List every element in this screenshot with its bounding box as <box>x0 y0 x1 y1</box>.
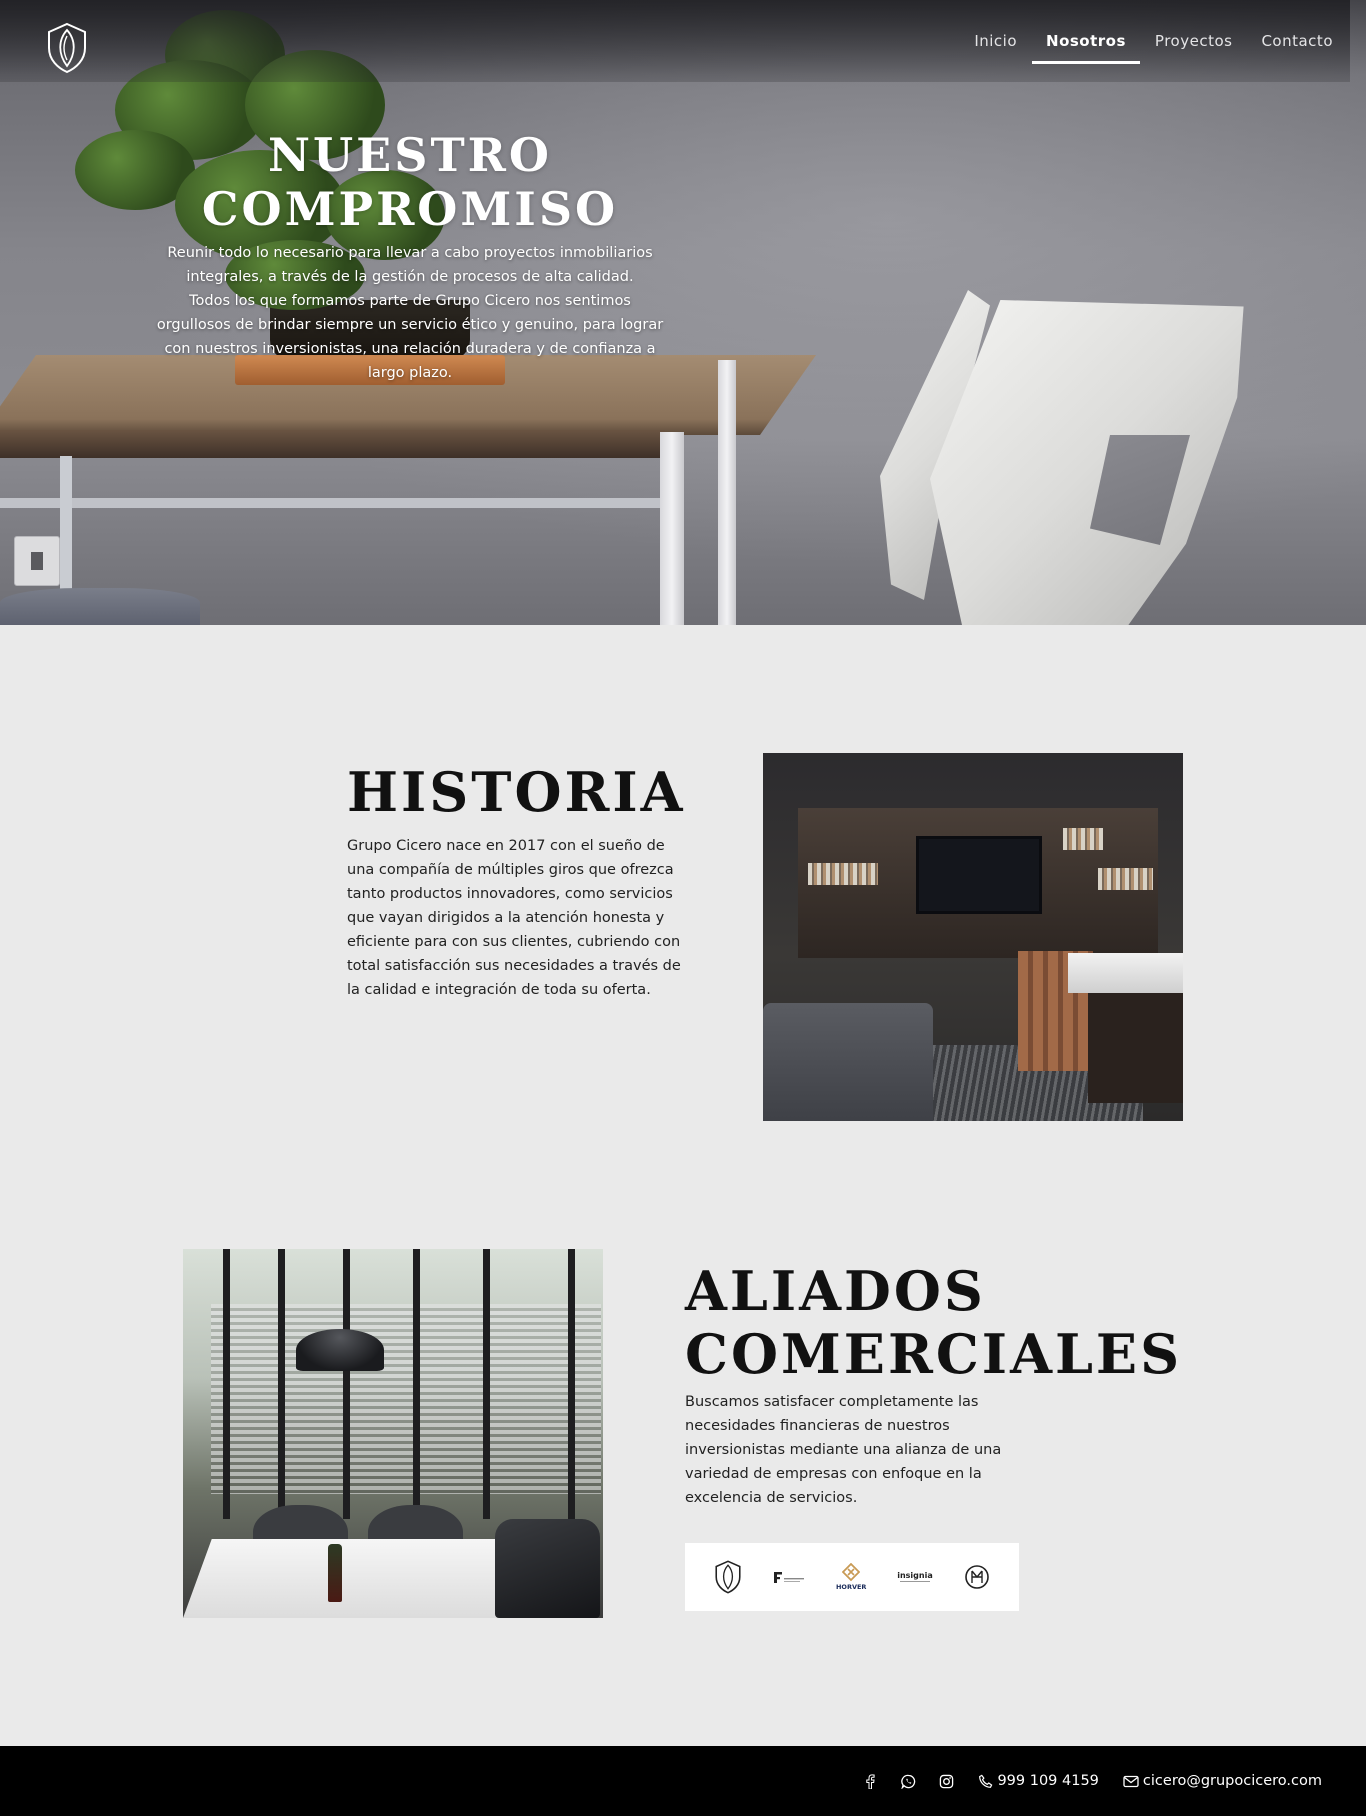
hero-text-line: integrales, a través de la gestión de pr… <box>186 269 634 285</box>
hero-text-line: Todos los que formamos parte de Grupo Ci… <box>189 293 631 309</box>
insignia-label: insignia <box>897 1570 933 1580</box>
hero-title-line: NUESTRO <box>268 128 552 182</box>
wine-bottle <box>328 1544 342 1602</box>
window-mullion <box>413 1249 420 1519</box>
window-mullion <box>568 1249 575 1519</box>
window-mullion <box>223 1249 230 1519</box>
aliados-text-line: variedad de empresas con enfoque en la <box>685 1466 982 1482</box>
hero-section: Inicio Nosotros Proyectos Contacto NUEST… <box>0 0 1366 625</box>
nav-inicio[interactable]: Inicio <box>974 26 1017 56</box>
hero-title: NUESTRO COMPROMISO <box>190 128 630 236</box>
hero-title-line: COMPROMISO <box>201 182 619 236</box>
historia-text-line: total satisfacción sus necesidades a tra… <box>347 958 681 974</box>
hero-table-rail <box>0 498 680 508</box>
living-room-image <box>763 753 1183 1121</box>
shelf-books <box>1063 828 1103 850</box>
hero-table-edge <box>0 430 665 458</box>
site-logo[interactable] <box>46 22 88 74</box>
aliados-title: ALIADOS COMERCIALES <box>685 1260 1182 1386</box>
pendant-lamp <box>296 1329 384 1371</box>
aliados-text-line: excelencia de servicios. <box>685 1490 858 1506</box>
aliados-title-line: COMERCIALES <box>685 1322 1183 1386</box>
aliados-title-line: ALIADOS <box>685 1259 986 1323</box>
historia-text-line: que vayan dirigidos a la atención honest… <box>347 910 665 926</box>
hero-table-leg <box>718 360 736 625</box>
partner-logo-horver: HORVER <box>836 1557 866 1597</box>
nav-proyectos[interactable]: Proyectos <box>1155 26 1233 56</box>
tv-screen <box>916 836 1042 914</box>
hero-floor-object <box>0 588 200 625</box>
envelope-icon <box>1123 1775 1139 1787</box>
shelf-books <box>1098 868 1153 890</box>
historia-text-line: la calidad e integración de toda su ofer… <box>347 982 651 998</box>
site-footer: 999 109 4159 cicero@grupocicero.com <box>0 1746 1366 1816</box>
historia-text-line: una compañía de múltiples giros que ofre… <box>347 862 674 878</box>
hero-description: Reunir todo lo necesario para llevar a c… <box>150 241 670 385</box>
partner-logo-insignia: insignia <box>897 1557 933 1597</box>
aliados-text-line: Buscamos satisfacer completamente las <box>685 1394 979 1410</box>
grupo-cicero-shield-logo-icon <box>715 1560 741 1594</box>
aliados-text-line: necesidades financieras de nuestros <box>685 1418 950 1434</box>
facebook-link[interactable] <box>862 1773 878 1789</box>
main-nav: Inicio Nosotros Proyectos Contacto <box>945 0 1366 82</box>
instagram-link[interactable] <box>938 1773 954 1789</box>
whatsapp-icon <box>901 1774 916 1789</box>
hero-text-line: Reunir todo lo necesario para llevar a c… <box>167 245 653 261</box>
armchair <box>495 1519 600 1618</box>
hero-text-line: con nuestros inversionistas, una relació… <box>164 341 656 357</box>
wall-socket <box>14 536 60 586</box>
kitchen-island-top <box>1068 953 1183 993</box>
horver-logo-icon <box>842 1563 861 1581</box>
partner-logos-strip: HORVER insignia <box>685 1543 1019 1611</box>
whatsapp-link[interactable] <box>900 1773 916 1789</box>
kitchen-island-base <box>1088 993 1183 1103</box>
shield-leaf-logo-icon <box>48 22 86 74</box>
phone-link[interactable]: 999 109 4159 <box>978 1773 1099 1789</box>
historia-text-line: eficiente para con sus clientes, cubrien… <box>347 934 681 950</box>
window-blinds <box>211 1304 601 1494</box>
insignia-logo-icon <box>899 1580 930 1582</box>
partner-logo-hm <box>964 1557 990 1597</box>
phone-number: 999 109 4159 <box>997 1773 1099 1789</box>
phone-icon <box>979 1774 993 1788</box>
glass-dining-image <box>183 1249 603 1618</box>
partner-logo-fk <box>773 1557 805 1597</box>
hero-text-line: orgullosos de brindar siempre un servici… <box>156 317 664 333</box>
aliados-text-line: inversionistas mediante una alianza de u… <box>685 1442 1002 1458</box>
partner-logo-cicero <box>714 1557 742 1597</box>
sofa <box>763 1003 933 1121</box>
dining-table <box>183 1539 532 1618</box>
window-mullion <box>343 1249 350 1519</box>
email-link[interactable]: cicero@grupocicero.com <box>1123 1773 1322 1789</box>
aliados-text: Buscamos satisfacer completamente las ne… <box>685 1390 1010 1510</box>
hero-text-line: largo plazo. <box>367 365 453 381</box>
horver-label: HORVER <box>835 1583 867 1591</box>
hero-table-leg <box>660 432 684 625</box>
historia-text-line: Grupo Cicero nace en 2017 con el sueño d… <box>347 838 665 854</box>
nav-nosotros[interactable]: Nosotros <box>1032 26 1140 64</box>
hm-monogram-logo-icon <box>964 1565 989 1589</box>
historia-text-line: tanto productos innovadores, como servic… <box>347 886 673 902</box>
historia-text: Grupo Cicero nace en 2017 con el sueño d… <box>347 834 692 1002</box>
instagram-icon <box>939 1774 954 1788</box>
fk-logo-icon <box>774 1572 805 1583</box>
facebook-icon <box>866 1773 876 1789</box>
historia-title: HISTORIA <box>347 760 686 824</box>
window-mullion <box>483 1249 490 1519</box>
email-address: cicero@grupocicero.com <box>1142 1773 1322 1789</box>
window-mullion <box>278 1249 285 1519</box>
nav-contacto[interactable]: Contacto <box>1261 26 1333 56</box>
shelf-books <box>808 863 878 885</box>
